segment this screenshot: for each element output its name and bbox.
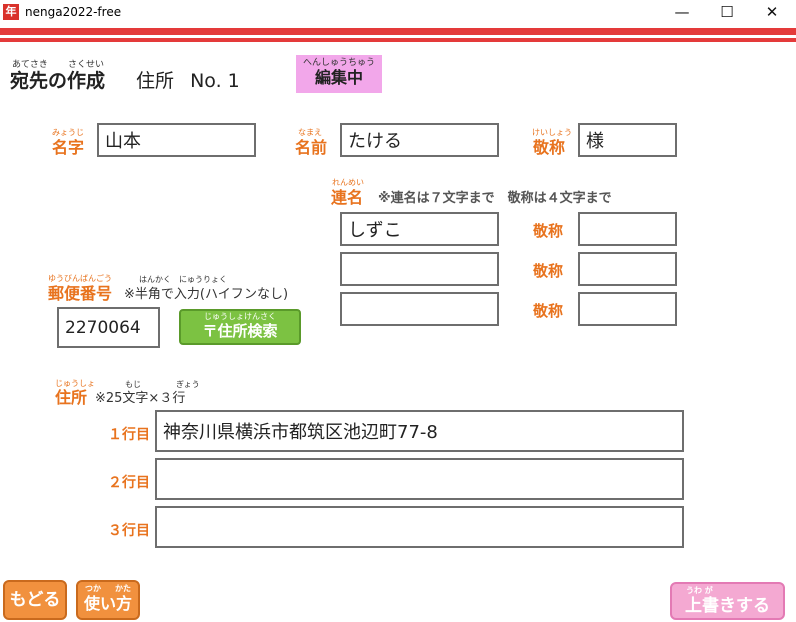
address-line-2-label: ２行目: [108, 475, 150, 491]
given-name-field[interactable]: たける: [340, 123, 499, 157]
address-line-3-label: ３行目: [108, 523, 150, 539]
given-name-label: 名前: [295, 138, 328, 157]
save-button-label: 上書きする: [685, 596, 770, 616]
postal-code-field[interactable]: 2270064: [57, 307, 160, 348]
save-ruby: うわ が: [686, 586, 713, 595]
help-button[interactable]: つか かた 使い方: [76, 580, 140, 620]
help-button-label: 使い方: [83, 594, 132, 613]
minimize-button[interactable]: —: [660, 0, 704, 24]
overwrite-save-button[interactable]: うわ が 上書きする: [670, 582, 785, 620]
address-number-label: 住所: [136, 70, 175, 92]
address-number: 住所 No. 1: [136, 66, 240, 93]
joint-honorific-label-3: 敬称: [533, 302, 564, 320]
maximize-button[interactable]: ☐: [705, 0, 749, 24]
app-icon: 年: [3, 4, 19, 20]
joint-honorific-field-1[interactable]: [578, 212, 677, 246]
address-number-value: No. 1: [190, 70, 240, 92]
address-search-ruby: じゅうしょけんさく: [204, 312, 276, 321]
close-button[interactable]: ✕: [750, 0, 794, 24]
window-title: nenga2022-free: [25, 5, 122, 19]
joint-name-label: 連名: [331, 188, 364, 207]
address-line-1-label: １行目: [108, 427, 150, 443]
honorific-label: 敬称: [533, 138, 566, 157]
address-line-2-field[interactable]: [155, 458, 684, 500]
address-search-label: 〒住所検索: [202, 322, 278, 340]
joint-name-note: ※連名は７文字まで 敬称は４文字まで: [378, 191, 612, 206]
family-name-label: 名字: [52, 138, 85, 157]
help-ruby-2: かた: [115, 584, 131, 593]
postal-code-label: 郵便番号: [48, 284, 113, 303]
address-note: ※25文字×３行: [95, 391, 186, 406]
joint-honorific-label-2: 敬称: [533, 262, 564, 280]
back-button[interactable]: もどる: [3, 580, 67, 620]
editing-badge: へんしゅうちゅう 編集中: [296, 55, 382, 93]
editing-badge-label: 編集中: [314, 68, 363, 87]
joint-honorific-field-2[interactable]: [578, 252, 677, 286]
postal-code-note: ※半角で入力(ハイフンなし): [124, 287, 289, 302]
page-title: 宛先の作成: [10, 70, 106, 92]
header-stripe-top: [0, 28, 796, 35]
joint-honorific-field-3[interactable]: [578, 292, 677, 326]
family-name-field[interactable]: 山本: [97, 123, 256, 157]
address-line-3-field[interactable]: [155, 506, 684, 548]
joint-name-field-2[interactable]: [340, 252, 499, 286]
joint-name-field-3[interactable]: [340, 292, 499, 326]
editing-badge-ruby: へんしゅうちゅう: [302, 58, 375, 68]
joint-name-field-1[interactable]: しずこ: [340, 212, 499, 246]
address-label: 住所: [55, 388, 88, 407]
joint-honorific-label-1: 敬称: [533, 222, 564, 240]
address-line-1-field[interactable]: 神奈川県横浜市都筑区池辺町77-8: [155, 410, 684, 452]
help-ruby-1: つか: [85, 584, 101, 593]
header-stripe-bottom: [0, 38, 796, 42]
honorific-field[interactable]: 様: [578, 123, 677, 157]
address-search-button[interactable]: じゅうしょけんさく 〒住所検索: [179, 309, 301, 345]
